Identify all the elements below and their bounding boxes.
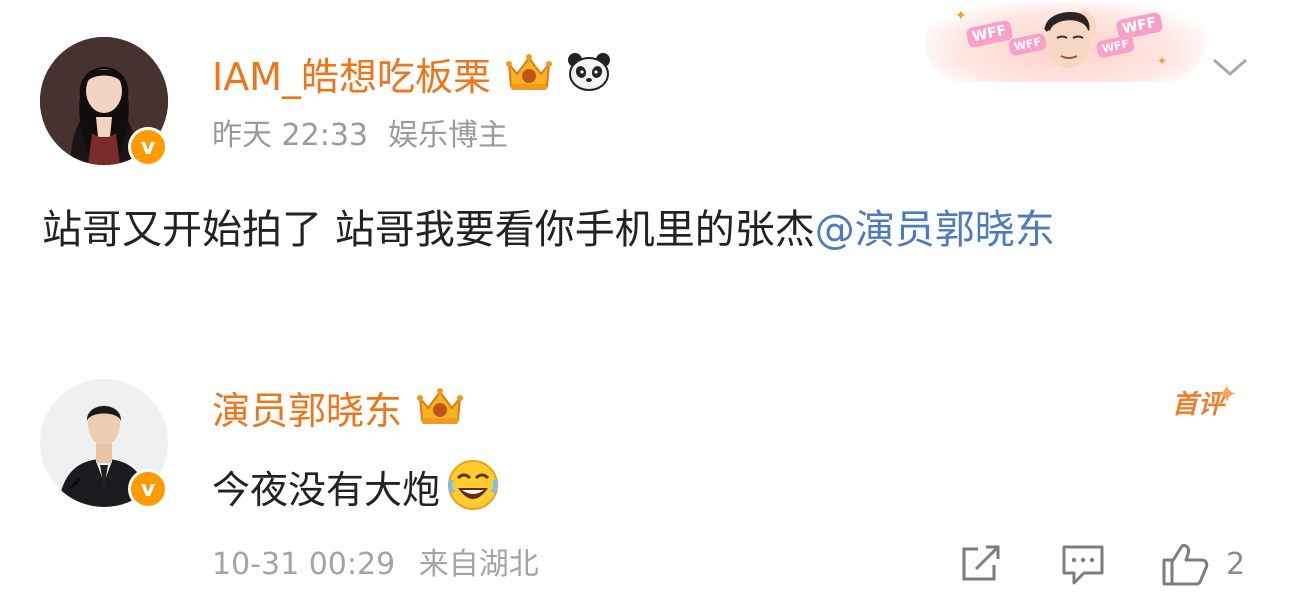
post-meta: 昨天 22:33 娱乐博主 xyxy=(212,118,508,154)
post-text: 站哥又开始拍了 站哥我要看你手机里的张杰 xyxy=(42,207,815,253)
crown-badge-icon xyxy=(503,52,555,102)
verified-badge: v xyxy=(128,127,168,167)
reply-body: 今夜没有大炮 xyxy=(212,458,500,522)
post-body: 站哥又开始拍了 站哥我要看你手机里的张杰@演员郭晓东 xyxy=(42,197,1252,263)
mention-link[interactable]: @演员郭晓东 xyxy=(815,207,1055,253)
comment-icon[interactable] xyxy=(1060,543,1106,591)
sparkle-icon: ✦ xyxy=(955,8,967,24)
wff-sticker: WFF xyxy=(965,19,1014,49)
reply-time: 10-31 00:29 xyxy=(212,547,396,582)
share-icon[interactable] xyxy=(958,541,1004,591)
laughing-emoji-icon xyxy=(446,458,500,522)
sparkle-icon: ✦ xyxy=(1216,380,1238,410)
crown-badge-icon xyxy=(414,386,466,436)
verified-badge: v xyxy=(128,469,168,509)
panda-emoji-icon xyxy=(567,52,611,102)
post-username[interactable]: IAM_皓想吃板栗 xyxy=(212,54,491,100)
sparkle-icon: ✦ xyxy=(1157,54,1168,68)
like-icon xyxy=(1160,540,1210,592)
reply-username[interactable]: 演员郭晓东 xyxy=(212,388,402,434)
like-count: 2 xyxy=(1226,547,1246,582)
reply-text: 今夜没有大炮 xyxy=(212,468,441,512)
reply-username-row: 演员郭晓东 xyxy=(212,386,466,436)
reply-location: 来自湖北 xyxy=(418,547,539,582)
decorative-banner: WFF WFF WFF WFF ✦ ✦ xyxy=(925,2,1205,82)
reply-meta: 10-31 00:29 来自湖北 xyxy=(212,547,539,583)
first-comment-tag: ✦ 首评 xyxy=(1172,380,1238,420)
post-username-row: IAM_皓想吃板栗 xyxy=(212,52,611,102)
post-time: 昨天 22:33 xyxy=(212,118,368,153)
chevron-down-icon[interactable] xyxy=(1210,54,1250,84)
cartoon-face-icon xyxy=(1033,2,1105,82)
post-identity: 娱乐博主 xyxy=(388,118,508,153)
